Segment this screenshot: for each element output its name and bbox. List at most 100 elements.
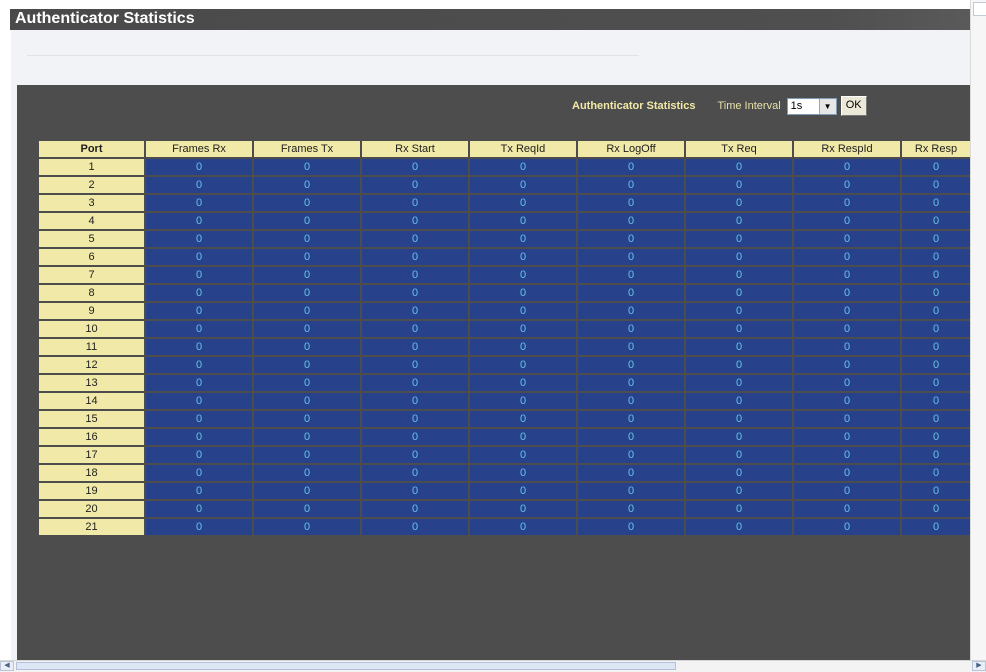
stat-value-cell: 0 — [146, 375, 254, 393]
port-cell: 18 — [39, 465, 146, 483]
table-row: 800000000 — [39, 285, 972, 303]
stat-value-cell: 0 — [362, 519, 470, 537]
stat-value-cell: 0 — [578, 249, 686, 267]
stat-value-cell: 0 — [146, 447, 254, 465]
stat-value-cell: 0 — [578, 483, 686, 501]
stat-value-cell: 0 — [470, 213, 578, 231]
stat-value-cell: 0 — [902, 285, 972, 303]
chevron-down-icon[interactable]: ▼ — [818, 98, 836, 114]
stat-value-cell: 0 — [686, 501, 794, 519]
stat-value-cell: 0 — [254, 519, 362, 537]
stat-value-cell: 0 — [362, 267, 470, 285]
stat-value-cell: 0 — [578, 339, 686, 357]
stat-value-cell: 0 — [902, 213, 972, 231]
stat-value-cell: 0 — [254, 195, 362, 213]
horizontal-scrollbar[interactable]: ◀ ▶ — [0, 660, 986, 672]
stat-value-cell: 0 — [794, 285, 902, 303]
divider — [27, 55, 639, 56]
scroll-up-button[interactable] — [973, 2, 986, 16]
stat-value-cell: 0 — [146, 339, 254, 357]
arrow-left-icon[interactable]: ◀ — [0, 661, 14, 671]
port-cell: 6 — [39, 249, 146, 267]
stat-value-cell: 0 — [362, 375, 470, 393]
stat-value-cell: 0 — [578, 465, 686, 483]
stat-value-cell: 0 — [362, 501, 470, 519]
stat-value-cell: 0 — [470, 357, 578, 375]
port-cell: 2 — [39, 177, 146, 195]
stat-value-cell: 0 — [794, 429, 902, 447]
stat-value-cell: 0 — [254, 411, 362, 429]
port-cell: 13 — [39, 375, 146, 393]
arrow-right-icon[interactable]: ▶ — [972, 661, 986, 671]
panel-toolbar: Authenticator Statistics Time Interval 1… — [572, 94, 867, 118]
stat-value-cell: 0 — [254, 267, 362, 285]
port-cell: 7 — [39, 267, 146, 285]
stat-value-cell: 0 — [470, 447, 578, 465]
stat-value-cell: 0 — [794, 447, 902, 465]
stat-value-cell: 0 — [794, 213, 902, 231]
stat-value-cell: 0 — [146, 159, 254, 177]
stat-value-cell: 0 — [578, 195, 686, 213]
table-row: 11 0 0 0 0 0 0 0 0 — [39, 339, 972, 357]
stat-value-cell: 0 — [686, 231, 794, 249]
stat-value-cell: 0 — [578, 177, 686, 195]
stat-value-cell: 0 — [146, 231, 254, 249]
horizontal-scroll-thumb[interactable] — [16, 662, 676, 670]
table-row: 700000000 — [39, 267, 972, 285]
stat-value-cell: 0 — [902, 249, 972, 267]
stat-value-cell: 0 — [362, 411, 470, 429]
stat-value-cell: 0 — [902, 339, 972, 357]
stat-value-cell: 0 — [902, 519, 972, 537]
stat-value-cell: 0 — [146, 303, 254, 321]
stat-value-cell: 0 — [578, 501, 686, 519]
stat-value-cell: 0 — [578, 375, 686, 393]
stat-value-cell: 0 — [686, 159, 794, 177]
stat-value-cell: 0 — [902, 321, 972, 339]
stat-value-cell: 0 — [146, 213, 254, 231]
stat-value-cell: 0 — [470, 177, 578, 195]
stat-value-cell: 0 — [470, 159, 578, 177]
table-row: 21 0 0 0 0 0 0 0 0 — [39, 519, 972, 537]
stat-value-cell: 0 — [254, 231, 362, 249]
stat-value-cell: 0 — [362, 357, 470, 375]
stat-value-cell: 0 — [902, 267, 972, 285]
port-cell: 12 — [39, 357, 146, 375]
port-cell: 15 — [39, 411, 146, 429]
stat-value-cell: 0 — [686, 429, 794, 447]
stat-value-cell: 0 — [146, 465, 254, 483]
stat-value-cell: 0 — [902, 429, 972, 447]
table-row: 500000000 — [39, 231, 972, 249]
stat-value-cell: 0 — [794, 339, 902, 357]
table-row: 14 0 0 0 0 0 0 0 0 — [39, 393, 972, 411]
stat-value-cell: 0 — [686, 303, 794, 321]
stat-value-cell: 0 — [578, 447, 686, 465]
table-row: 400000000 — [39, 213, 972, 231]
stat-value-cell: 0 — [686, 483, 794, 501]
stat-value-cell: 0 — [686, 375, 794, 393]
table-row: 13 0 0 0 0 0 0 0 0 — [39, 375, 972, 393]
ok-button[interactable]: OK — [840, 96, 867, 116]
table-row: 17 0 0 0 0 0 0 0 0 — [39, 447, 972, 465]
stat-value-cell: 0 — [578, 411, 686, 429]
stat-value-cell: 0 — [578, 393, 686, 411]
stat-value-cell: 0 — [470, 465, 578, 483]
stat-value-cell: 0 — [470, 411, 578, 429]
stat-value-cell: 0 — [686, 195, 794, 213]
stat-value-cell: 0 — [794, 357, 902, 375]
stat-value-cell: 0 — [902, 303, 972, 321]
stat-value-cell: 0 — [362, 195, 470, 213]
col-header-tx-reqid: Tx ReqId — [470, 141, 578, 159]
stat-value-cell: 0 — [794, 231, 902, 249]
vertical-scrollbar[interactable] — [970, 0, 986, 660]
stat-value-cell: 0 — [254, 375, 362, 393]
stat-value-cell: 0 — [794, 321, 902, 339]
stat-value-cell: 0 — [902, 159, 972, 177]
port-cell: 20 — [39, 501, 146, 519]
stat-value-cell: 0 — [578, 267, 686, 285]
stat-value-cell: 0 — [794, 195, 902, 213]
time-interval-select[interactable]: 1s ▼ — [786, 97, 837, 115]
top-strip — [5, 0, 975, 9]
stat-value-cell: 0 — [362, 213, 470, 231]
stat-value-cell: 0 — [146, 195, 254, 213]
stat-value-cell: 0 — [470, 249, 578, 267]
